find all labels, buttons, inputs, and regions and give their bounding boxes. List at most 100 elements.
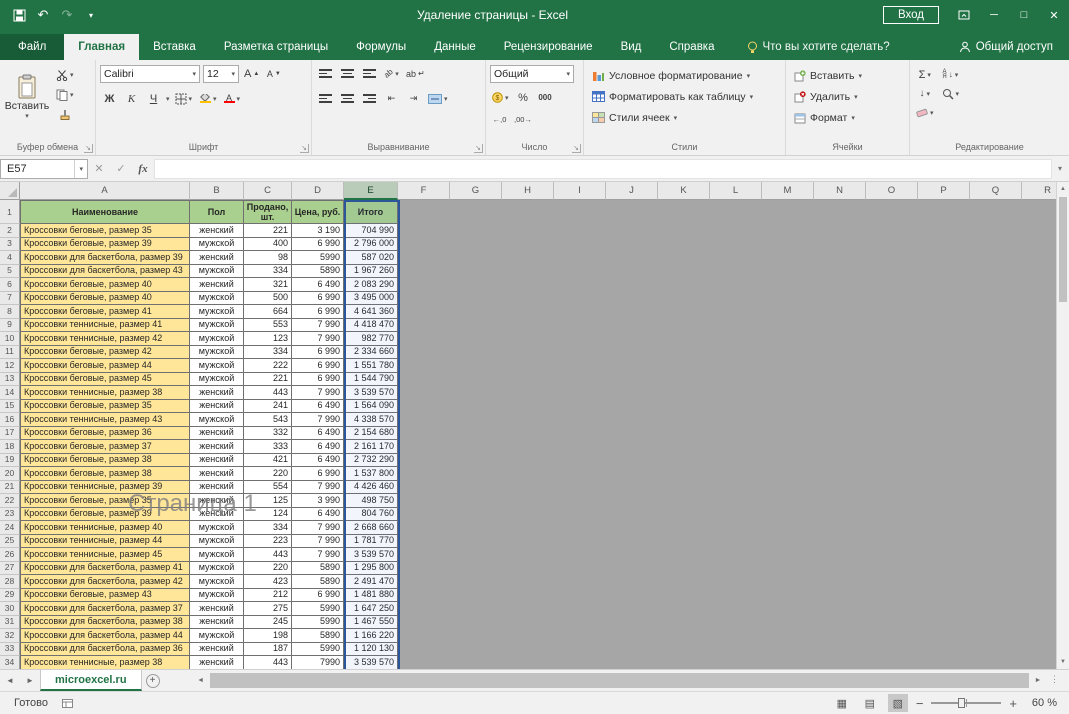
conditional-formatting-button[interactable]: Условное форматирование▾ bbox=[588, 65, 781, 86]
cell-C21[interactable]: 554 bbox=[244, 481, 292, 495]
font-size-select[interactable]: 12▾ bbox=[203, 65, 239, 83]
cell-C9[interactable]: 553 bbox=[244, 319, 292, 333]
cell-E21[interactable]: 4 426 460 bbox=[344, 481, 398, 495]
increase-decimal-icon[interactable]: ←,0 bbox=[490, 110, 509, 129]
maximize-button[interactable]: □ bbox=[1009, 0, 1039, 30]
row-header-22[interactable]: 22 bbox=[0, 494, 20, 508]
cell-D25[interactable]: 7 990 bbox=[292, 535, 344, 549]
cell-D20[interactable]: 6 990 bbox=[292, 467, 344, 481]
decrease-decimal-icon[interactable]: ,00→ bbox=[512, 110, 534, 129]
row-header-25[interactable]: 25 bbox=[0, 535, 20, 549]
cell-C15[interactable]: 241 bbox=[244, 400, 292, 414]
increase-indent-icon[interactable]: ⇥ bbox=[404, 89, 423, 108]
cell-B4[interactable]: женский bbox=[190, 251, 244, 265]
cell-C14[interactable]: 443 bbox=[244, 386, 292, 400]
cell-E33[interactable]: 1 120 130 bbox=[344, 643, 398, 657]
cell-E11[interactable]: 2 334 660 bbox=[344, 346, 398, 360]
cell-A8[interactable]: Кроссовки беговые, размер 41 bbox=[20, 305, 190, 319]
column-header-B[interactable]: B bbox=[190, 182, 244, 200]
format-painter-button[interactable] bbox=[54, 105, 76, 124]
cell-C18[interactable]: 333 bbox=[244, 440, 292, 454]
paste-button[interactable]: Вставить ▾ bbox=[4, 63, 50, 131]
cell-E34[interactable]: 3 539 570 bbox=[344, 656, 398, 669]
row-header-30[interactable]: 30 bbox=[0, 602, 20, 616]
cell-A30[interactable]: Кроссовки для баскетбола, размер 37 bbox=[20, 602, 190, 616]
cell-C33[interactable]: 187 bbox=[244, 643, 292, 657]
row-header-11[interactable]: 11 bbox=[0, 346, 20, 360]
cell-D18[interactable]: 6 490 bbox=[292, 440, 344, 454]
tab-file[interactable]: Файл bbox=[0, 34, 64, 60]
row-header-4[interactable]: 4 bbox=[0, 251, 20, 265]
cell-A1[interactable]: Наименование bbox=[20, 200, 190, 224]
undo-button[interactable]: ↶ bbox=[32, 4, 54, 26]
cell-E15[interactable]: 1 564 090 bbox=[344, 400, 398, 414]
cell-A23[interactable]: Кроссовки беговые, размер 39 bbox=[20, 508, 190, 522]
cell-E6[interactable]: 2 083 290 bbox=[344, 278, 398, 292]
horizontal-scrollbar[interactable]: ◄ ► ⋮ bbox=[194, 670, 1069, 691]
row-header-12[interactable]: 12 bbox=[0, 359, 20, 373]
cell-C17[interactable]: 332 bbox=[244, 427, 292, 441]
select-all-button[interactable] bbox=[0, 182, 20, 200]
cell-A14[interactable]: Кроссовки теннисные, размер 38 bbox=[20, 386, 190, 400]
cell-A33[interactable]: Кроссовки для баскетбола, размер 36 bbox=[20, 643, 190, 657]
cell-B30[interactable]: женский bbox=[190, 602, 244, 616]
cell-B12[interactable]: мужской bbox=[190, 359, 244, 373]
cell-D6[interactable]: 6 490 bbox=[292, 278, 344, 292]
fill-button[interactable]: ↓▾ bbox=[914, 84, 936, 103]
cell-A15[interactable]: Кроссовки беговые, размер 35 bbox=[20, 400, 190, 414]
cell-B27[interactable]: мужской bbox=[190, 562, 244, 576]
underline-caret-icon[interactable]: ▾ bbox=[166, 95, 170, 103]
cell-C11[interactable]: 334 bbox=[244, 346, 292, 360]
scroll-up-icon[interactable]: ▲ bbox=[1057, 182, 1069, 196]
cell-A21[interactable]: Кроссовки теннисные, размер 39 bbox=[20, 481, 190, 495]
row-header-9[interactable]: 9 bbox=[0, 319, 20, 333]
column-header-H[interactable]: H bbox=[502, 182, 554, 200]
cell-B23[interactable]: женский bbox=[190, 508, 244, 522]
column-header-O[interactable]: O bbox=[866, 182, 918, 200]
column-header-F[interactable]: F bbox=[398, 182, 450, 200]
cell-D8[interactable]: 6 990 bbox=[292, 305, 344, 319]
tab-formulas[interactable]: Формулы bbox=[342, 34, 420, 60]
cell-D11[interactable]: 6 990 bbox=[292, 346, 344, 360]
cell-E4[interactable]: 587 020 bbox=[344, 251, 398, 265]
cell-A31[interactable]: Кроссовки для баскетбола, размер 38 bbox=[20, 616, 190, 630]
cell-D9[interactable]: 7 990 bbox=[292, 319, 344, 333]
cell-C16[interactable]: 543 bbox=[244, 413, 292, 427]
increase-font-icon[interactable]: А▲ bbox=[242, 64, 261, 83]
font-name-select[interactable]: Calibri▾ bbox=[100, 65, 200, 83]
row-header-1[interactable]: 1 bbox=[0, 200, 20, 224]
row-header-23[interactable]: 23 bbox=[0, 508, 20, 522]
cell-C34[interactable]: 443 bbox=[244, 656, 292, 669]
cell-E12[interactable]: 1 551 780 bbox=[344, 359, 398, 373]
zoom-slider[interactable] bbox=[931, 702, 1001, 704]
cell-C2[interactable]: 221 bbox=[244, 224, 292, 238]
cell-A4[interactable]: Кроссовки для баскетбола, размер 39 bbox=[20, 251, 190, 265]
horizontal-scroll-thumb[interactable] bbox=[210, 673, 1029, 688]
row-header-29[interactable]: 29 bbox=[0, 589, 20, 603]
row-header-34[interactable]: 34 bbox=[0, 656, 20, 669]
cell-B2[interactable]: женский bbox=[190, 224, 244, 238]
cell-D26[interactable]: 7 990 bbox=[292, 548, 344, 562]
cell-E5[interactable]: 1 967 260 bbox=[344, 265, 398, 279]
close-button[interactable]: ✕ bbox=[1039, 0, 1069, 30]
tell-me-box[interactable]: Что вы хотите сделать? bbox=[747, 34, 890, 60]
alignment-dialog-launcher-icon[interactable]: ↘ bbox=[474, 144, 483, 153]
cell-C1[interactable]: Продано, шт. bbox=[244, 200, 292, 224]
cell-A26[interactable]: Кроссовки теннисные, размер 45 bbox=[20, 548, 190, 562]
cell-A28[interactable]: Кроссовки для баскетбола, размер 42 bbox=[20, 575, 190, 589]
cell-D12[interactable]: 6 990 bbox=[292, 359, 344, 373]
row-header-33[interactable]: 33 bbox=[0, 643, 20, 657]
cell-D14[interactable]: 7 990 bbox=[292, 386, 344, 400]
sheet-nav-right-icon[interactable]: ► bbox=[20, 670, 40, 691]
view-normal-button[interactable]: ▦ bbox=[832, 694, 852, 712]
cell-E14[interactable]: 3 539 570 bbox=[344, 386, 398, 400]
cell-E31[interactable]: 1 467 550 bbox=[344, 616, 398, 630]
cell-C26[interactable]: 443 bbox=[244, 548, 292, 562]
cell-E22[interactable]: 498 750 bbox=[344, 494, 398, 508]
cell-E8[interactable]: 4 641 360 bbox=[344, 305, 398, 319]
cell-D10[interactable]: 7 990 bbox=[292, 332, 344, 346]
cell-A25[interactable]: Кроссовки теннисные, размер 44 bbox=[20, 535, 190, 549]
wrap-text-button[interactable]: ab↵ bbox=[404, 64, 427, 83]
cell-A9[interactable]: Кроссовки теннисные, размер 41 bbox=[20, 319, 190, 333]
cell-A34[interactable]: Кроссовки теннисные, размер 38 bbox=[20, 656, 190, 669]
